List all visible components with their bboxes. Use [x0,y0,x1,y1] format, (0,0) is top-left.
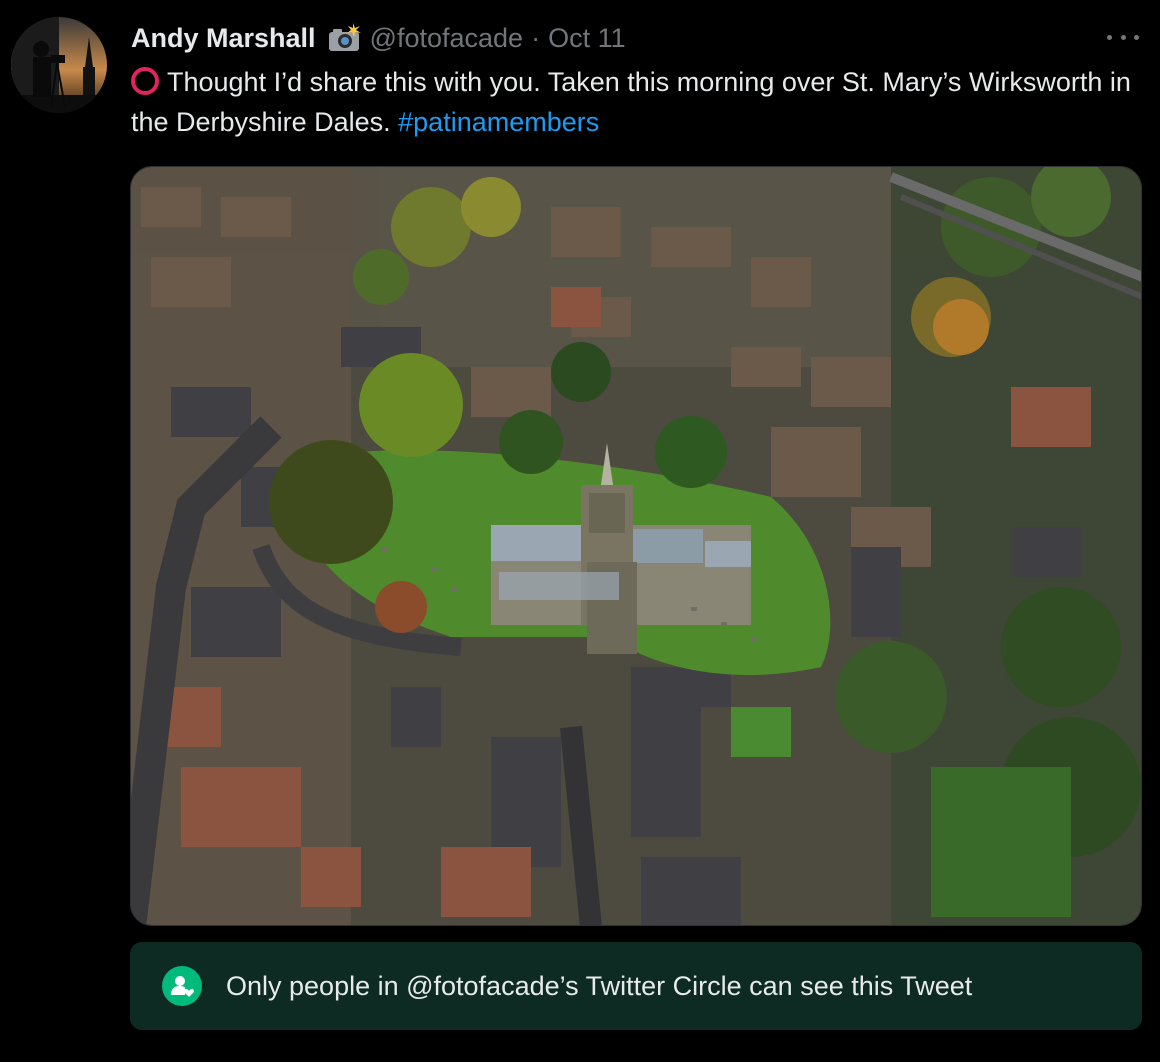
more-options-icon[interactable] [1107,30,1139,44]
hashtag-link[interactable]: #patinamembers [398,107,599,137]
author-avatar[interactable] [11,17,107,113]
camera-flash-icon [326,23,362,53]
author-handle[interactable]: @fotofacade [370,23,524,54]
tweet-body: Thought I’d share this with you. Taken t… [131,62,1131,142]
avatar-photo [11,17,107,113]
aerial-photo-church [131,167,1141,925]
author-name[interactable]: Andy Marshall [131,23,316,54]
red-circle-icon [131,67,159,95]
tweet-date[interactable]: Oct 11 [548,23,626,54]
twitter-circle-icon [162,966,202,1006]
circle-notice-text: Only people in @fotofacade’s Twitter Cir… [226,970,973,1001]
twitter-circle-notice: Only people in @fotofacade’s Twitter Cir… [130,942,1142,1030]
tweet-header: Andy Marshall @fotofacade · Oct 11 [131,18,626,58]
separator-dot: · [531,22,541,53]
tweet-photo[interactable] [130,166,1142,926]
tweet-text: Thought I’d share this with you. Taken t… [131,67,1131,137]
